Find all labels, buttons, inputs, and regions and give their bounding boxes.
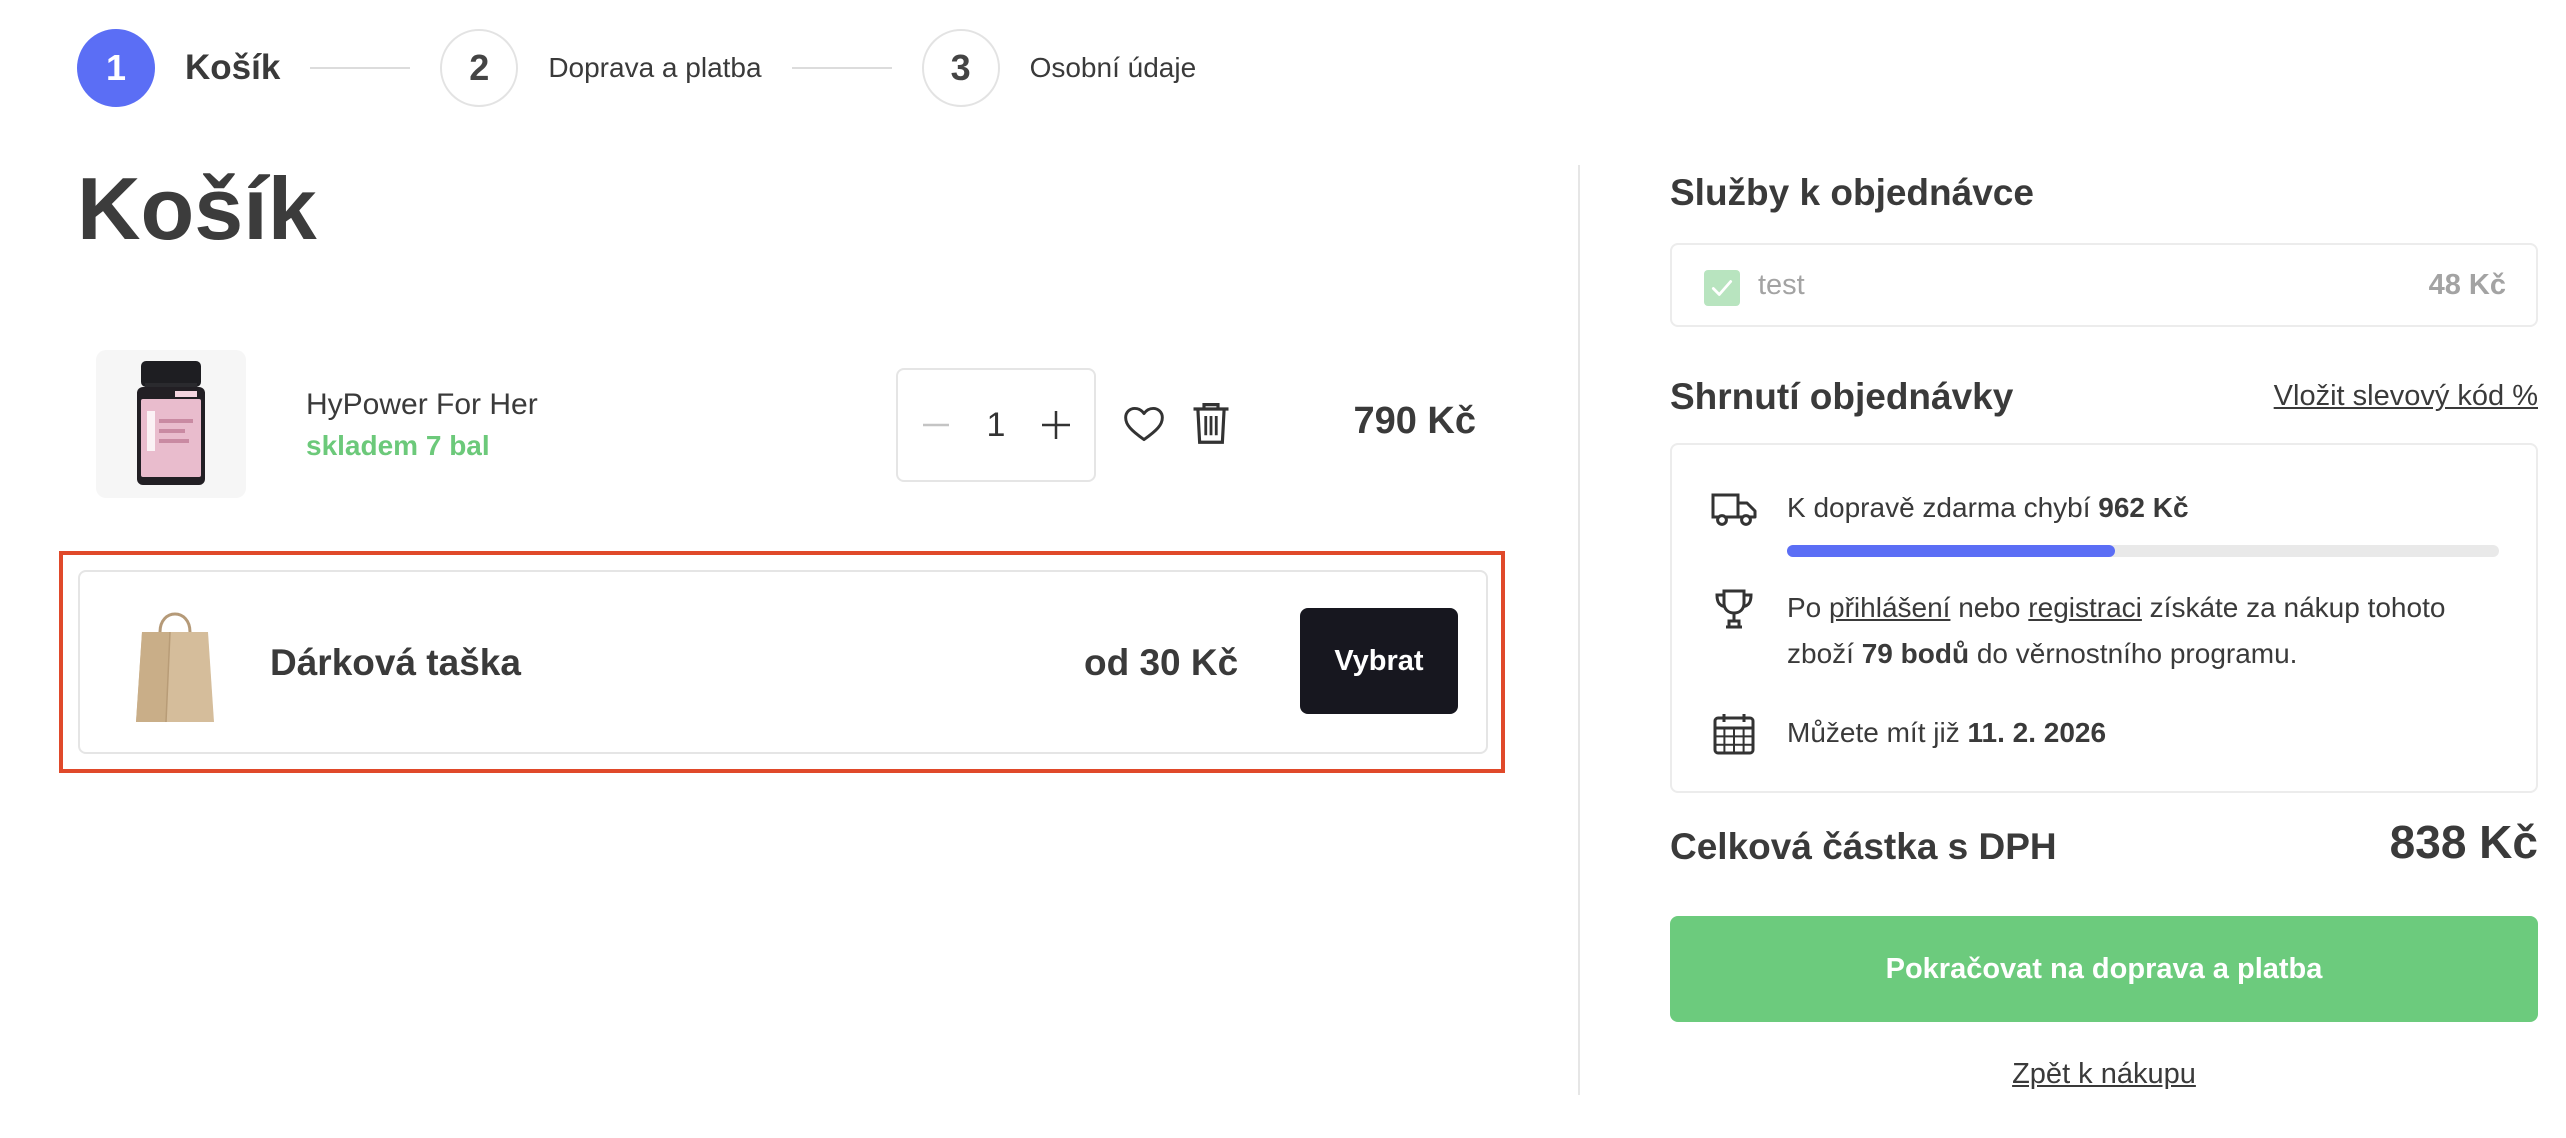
check-icon xyxy=(1711,280,1733,296)
step-connector xyxy=(310,67,411,69)
checkout-stepper: 1 Košík 2 Doprava a platba 3 Osobní údaj… xyxy=(77,28,1196,108)
loyalty-text: Po přihlášení nebo registraci získáte za… xyxy=(1787,585,2517,677)
discount-code-link[interactable]: Vložit slevový kód % xyxy=(2274,380,2538,413)
gift-bag-image xyxy=(136,612,214,723)
select-gift-bag-button[interactable]: Vybrat xyxy=(1300,608,1458,714)
delivery-date-text: Můžete mít již 11. 2. 2026 xyxy=(1787,710,2106,756)
minus-icon xyxy=(923,423,949,427)
plus-icon xyxy=(1041,411,1070,439)
step-3-label[interactable]: Osobní údaje xyxy=(1030,52,1197,84)
gift-bag-offer: Dárková taška od 30 Kč Vybrat xyxy=(78,570,1488,754)
quantity-value[interactable]: 1 xyxy=(987,406,1006,445)
login-link[interactable]: přihlášení xyxy=(1829,592,1950,623)
gift-bag-price: od 30 Kč xyxy=(1084,642,1239,683)
delivery-date-prefix: Můžete mít již xyxy=(1787,717,1968,748)
step-2-label[interactable]: Doprava a platba xyxy=(548,52,761,84)
loyalty-text-part: Po xyxy=(1787,592,1830,623)
product-price: 790 Kč xyxy=(1353,400,1476,442)
cart-item: HyPower For Her skladem 7 bal 1 790 Kč xyxy=(96,350,1476,500)
column-divider xyxy=(1578,165,1580,1095)
favorite-button[interactable] xyxy=(1122,402,1166,446)
total-label: Celková částka s DPH xyxy=(1670,826,2057,867)
step-1-label[interactable]: Košík xyxy=(185,48,280,88)
stock-status: skladem 7 bal xyxy=(306,430,490,461)
loyalty-text-part: do věrnostního programu. xyxy=(1969,638,2298,669)
trophy-icon xyxy=(1715,589,1753,629)
service-checkbox[interactable] xyxy=(1704,270,1740,306)
summary-title: Shrnutí objednávky xyxy=(1670,376,2014,417)
delivery-date-value: 11. 2. 2026 xyxy=(1967,717,2107,748)
step-2-circle[interactable]: 2 xyxy=(440,29,519,107)
loyalty-points: 79 bodů xyxy=(1861,638,1970,669)
increase-quantity-button[interactable] xyxy=(1036,405,1076,445)
continue-to-shipping-button[interactable]: Pokračovat na doprava a platba xyxy=(1670,916,2538,1022)
free-shipping-amount: 962 Kč xyxy=(2098,492,2189,523)
back-to-shop-link[interactable]: Zpět k nákupu xyxy=(1670,1058,2538,1091)
remove-item-button[interactable] xyxy=(1190,400,1232,446)
total-value: 838 Kč xyxy=(2389,816,2538,868)
step-1-circle[interactable]: 1 xyxy=(77,29,155,107)
trash-icon xyxy=(1193,403,1229,444)
service-option[interactable]: test 48 Kč xyxy=(1670,243,2538,327)
service-name: test xyxy=(1758,269,1805,301)
page-title: Košík xyxy=(77,159,317,258)
truck-icon xyxy=(1711,493,1757,526)
step-3-circle[interactable]: 3 xyxy=(921,29,1000,107)
heart-icon xyxy=(1124,406,1164,442)
free-shipping-text: K dopravě zdarma chybí 962 Kč xyxy=(1787,485,2189,531)
step-connector xyxy=(791,67,892,69)
services-title: Služby k objednávce xyxy=(1670,172,2034,213)
loyalty-text-part: nebo xyxy=(1950,592,2029,623)
supplement-jar-image xyxy=(137,361,205,485)
service-price: 48 Kč xyxy=(2428,269,2506,301)
decrease-quantity-button[interactable] xyxy=(916,405,956,445)
order-summary-box: K dopravě zdarma chybí 962 Kč Po přihláš… xyxy=(1670,443,2538,793)
calendar-icon xyxy=(1713,714,1755,755)
free-shipping-progress xyxy=(1787,545,2499,557)
gift-bag-name: Dárková taška xyxy=(270,642,521,683)
free-shipping-prefix: K dopravě zdarma chybí xyxy=(1787,492,2099,523)
quantity-stepper: 1 xyxy=(896,368,1096,482)
register-link[interactable]: registraci xyxy=(2028,592,2142,623)
product-name[interactable]: HyPower For Her xyxy=(306,388,538,422)
product-image[interactable] xyxy=(96,350,246,498)
free-shipping-progress-fill xyxy=(1787,545,2115,557)
